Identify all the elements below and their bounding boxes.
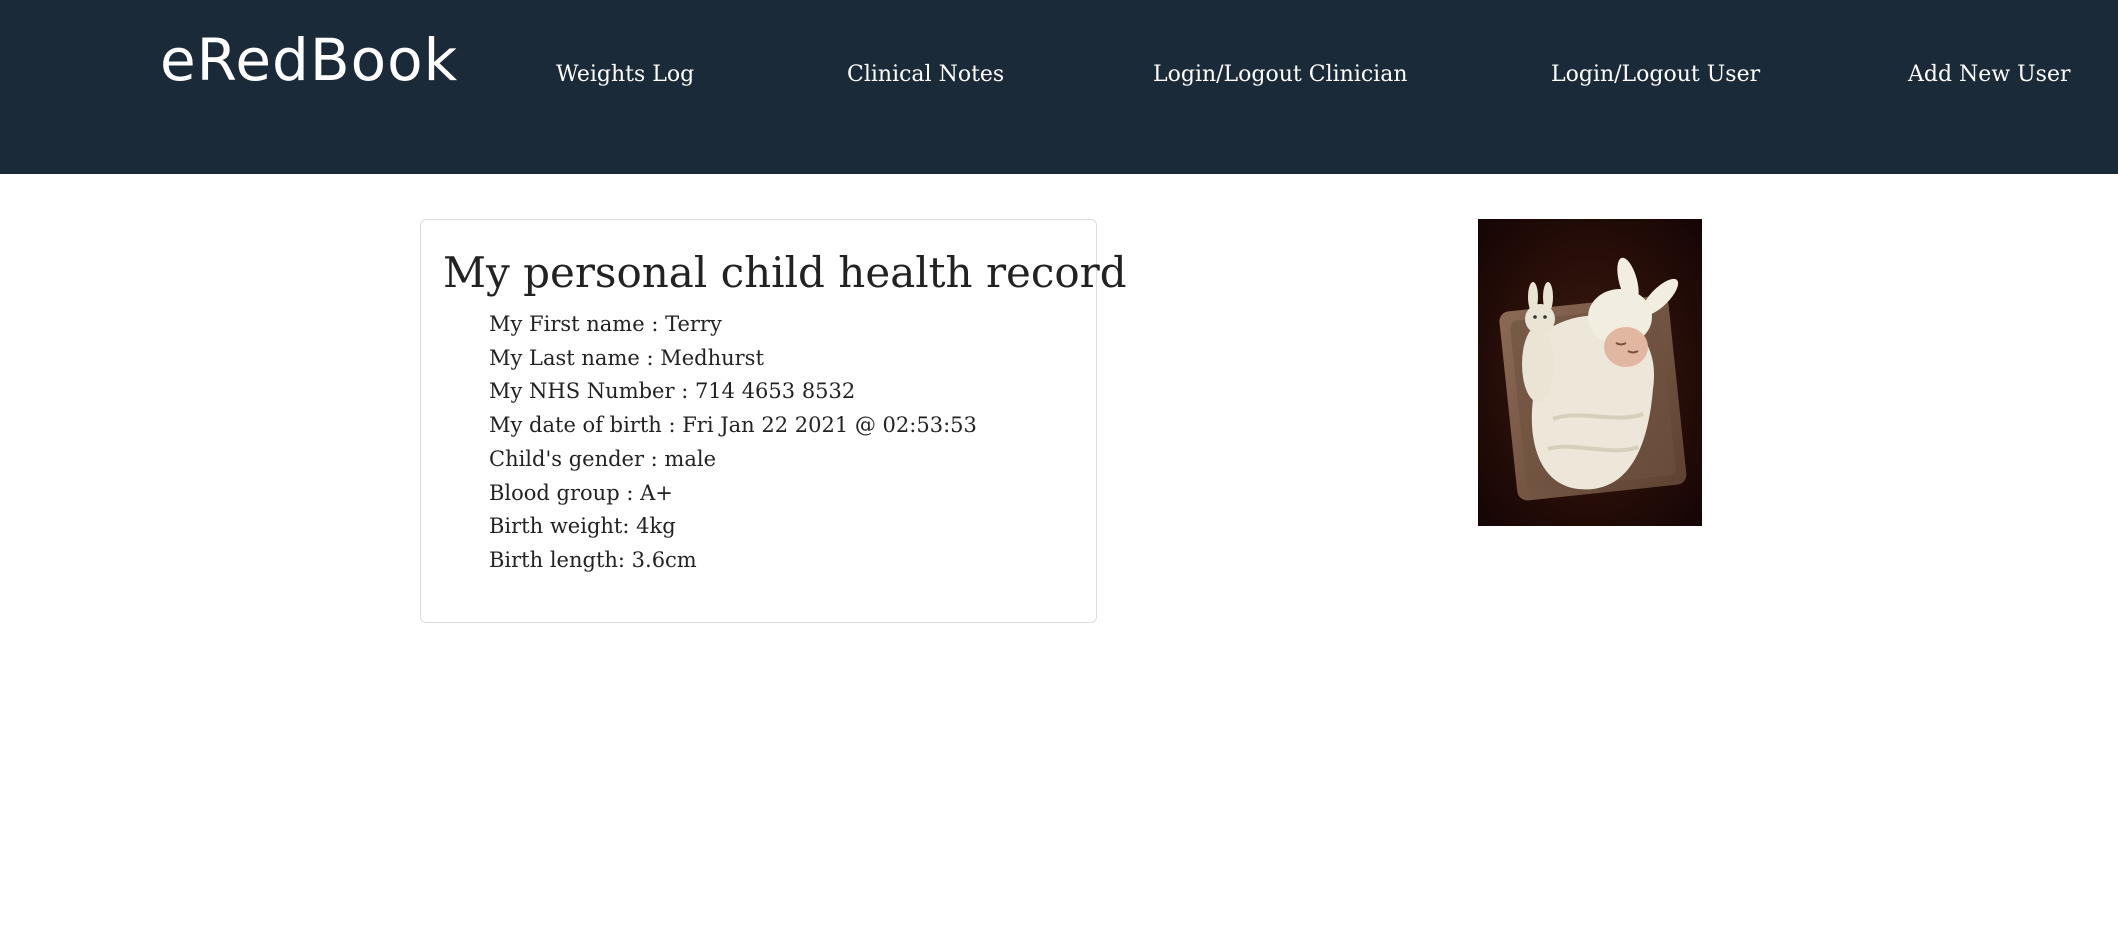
birth-weight-field: Birth weight: 4kg <box>489 514 676 539</box>
record-title: My personal child health record <box>443 248 1127 297</box>
date-of-birth-field: My date of birth : Fri Jan 22 2021 @ 02:… <box>489 413 977 438</box>
nav-add-new-user[interactable]: Add New User <box>1908 62 2071 87</box>
nav-clinical-notes[interactable]: Clinical Notes <box>847 62 1004 87</box>
baby-photo-illustration <box>1478 219 1702 526</box>
birth-length-field: Birth length: 3.6cm <box>489 547 697 572</box>
nav-login-logout-user[interactable]: Login/Logout User <box>1551 62 1760 87</box>
brand-logo[interactable]: eRedBook <box>160 26 458 94</box>
baby-photo <box>1478 219 1702 526</box>
top-navbar: eRedBook Weights Log Clinical Notes Logi… <box>0 0 2118 174</box>
record-details: My First name : Terry My Last name : Med… <box>489 308 977 578</box>
gender-field: Child's gender : male <box>489 446 717 471</box>
nav-weights-log[interactable]: Weights Log <box>556 62 694 87</box>
nav-login-logout-clinician[interactable]: Login/Logout Clinician <box>1153 62 1408 87</box>
child-health-record-card: My personal child health record My First… <box>420 219 1127 623</box>
blood-group-field: Blood group : A+ <box>489 480 673 505</box>
first-name-field: My First name : Terry <box>489 312 722 336</box>
last-name-field: My Last name : Medhurst <box>489 345 764 370</box>
nhs-number-field: My NHS Number : 714 4653 8532 <box>489 379 856 404</box>
